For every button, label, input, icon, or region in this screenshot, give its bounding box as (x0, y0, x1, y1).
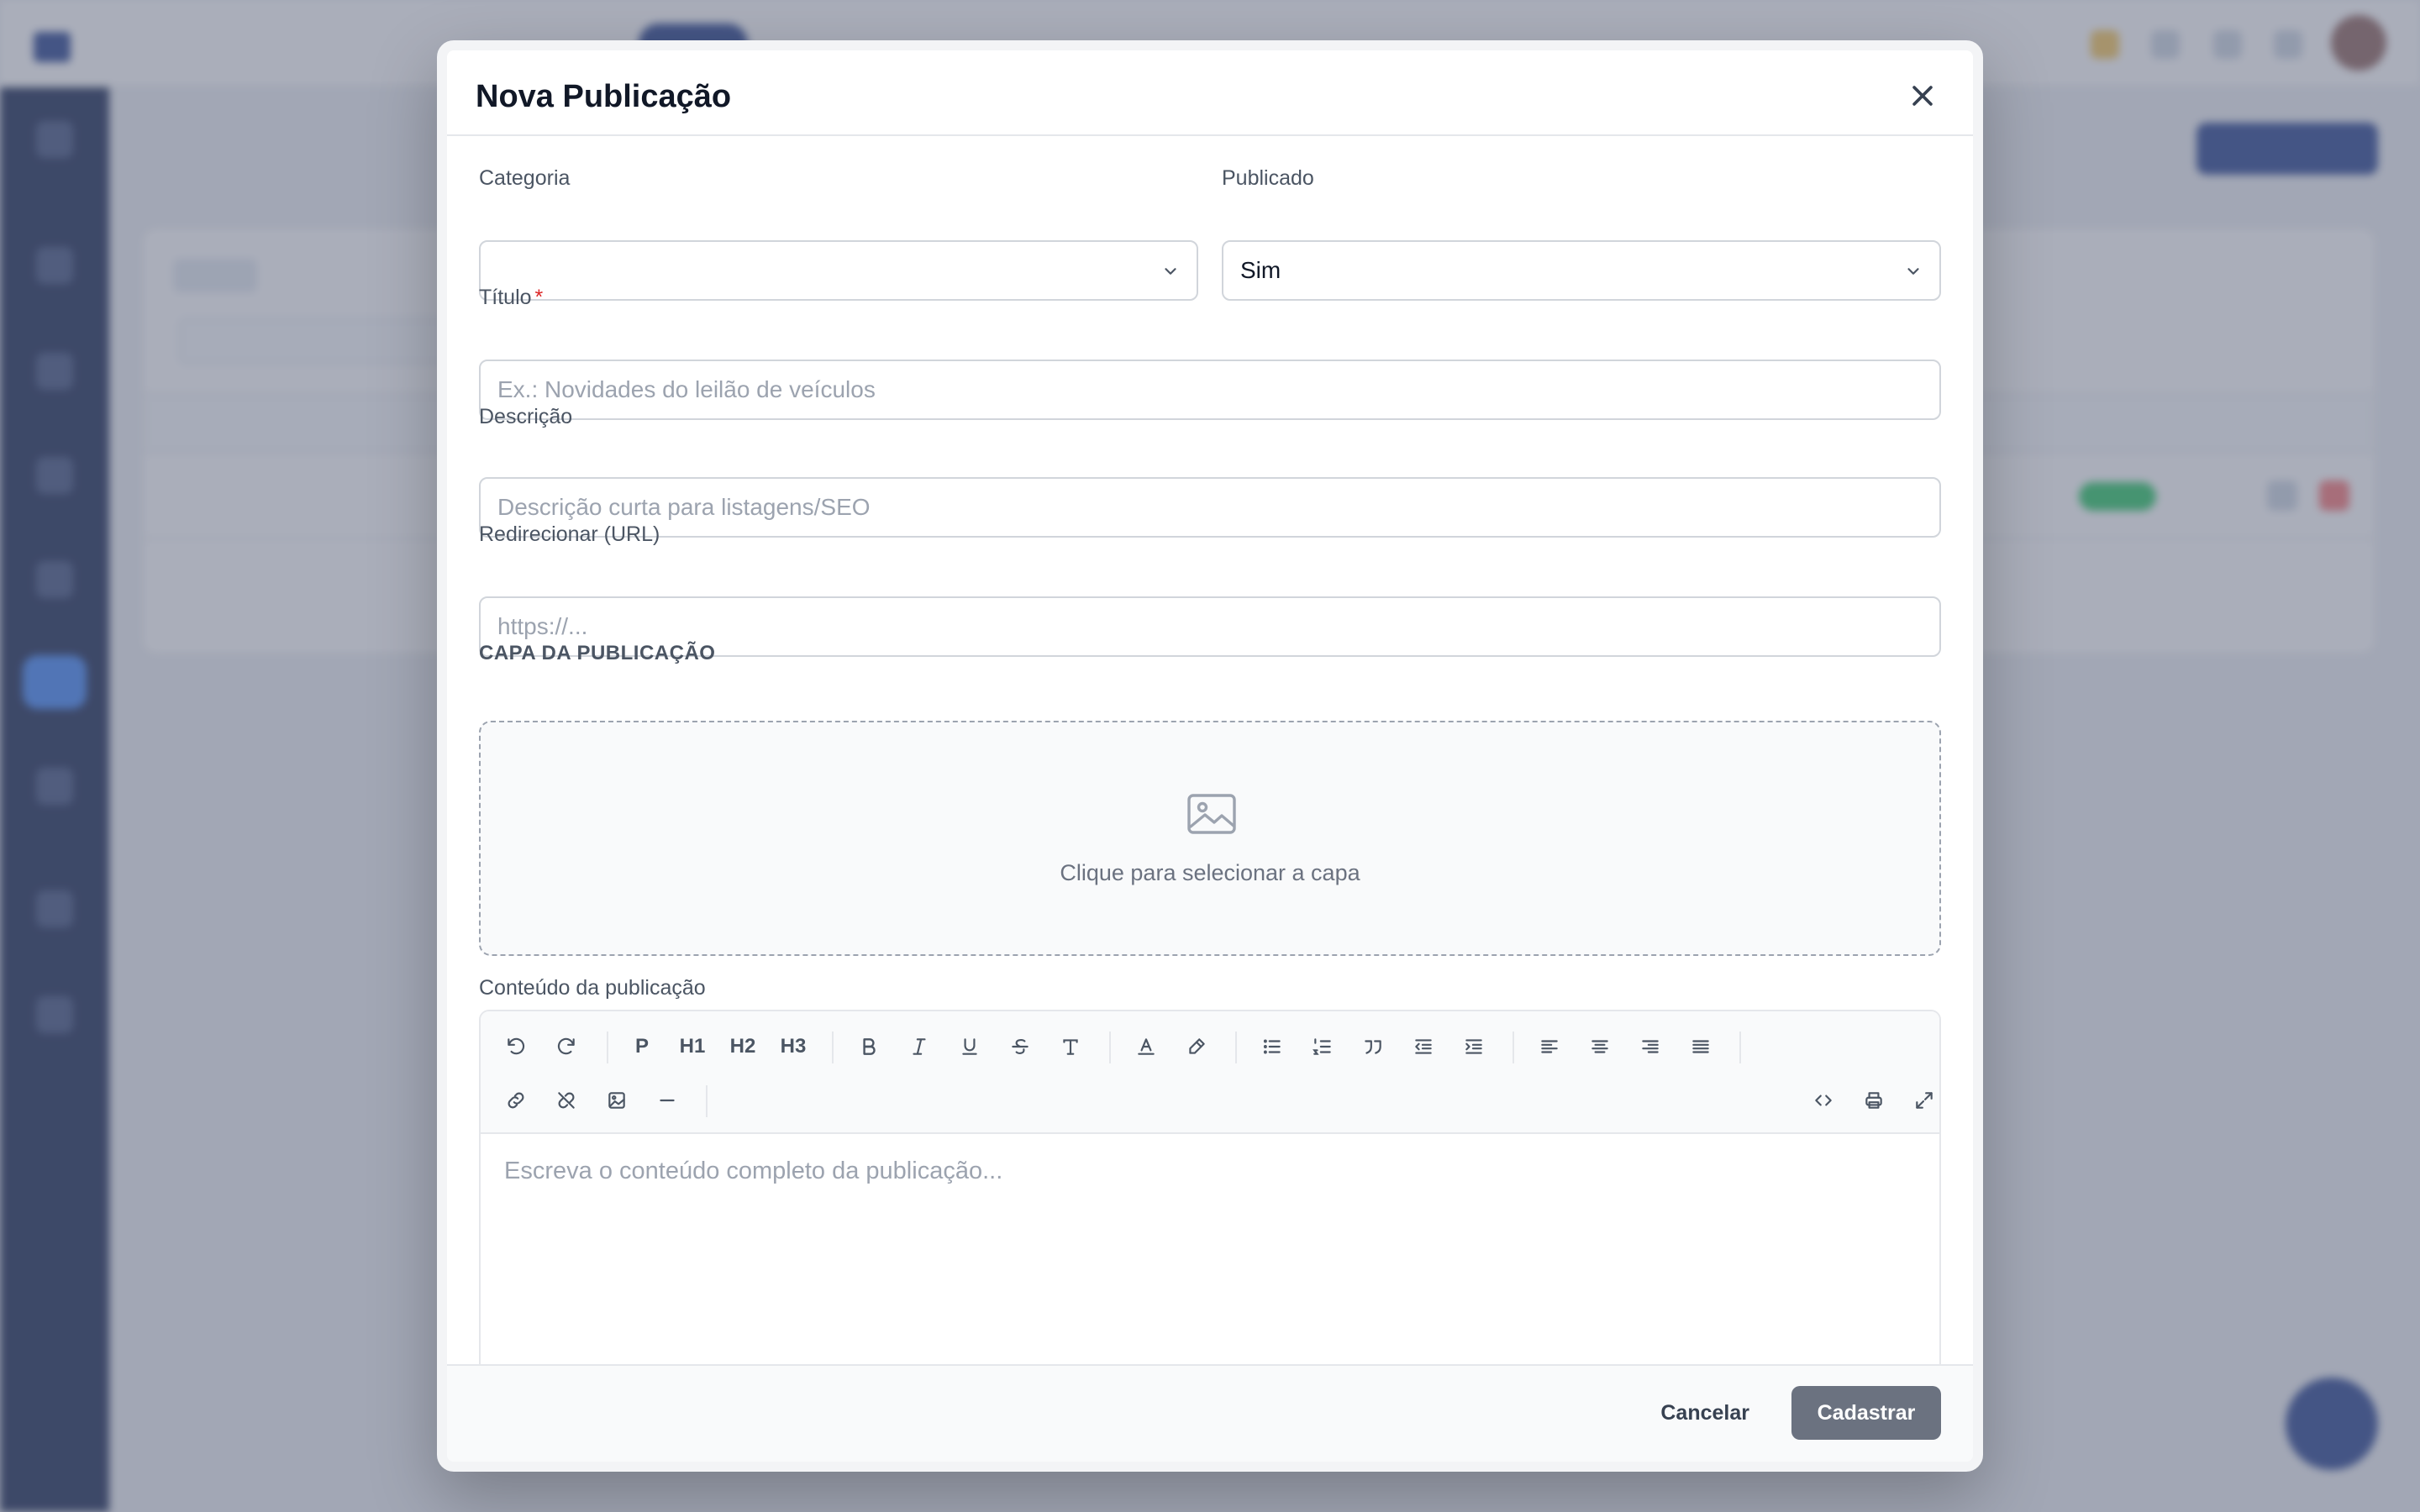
categoria-label: Categoria (479, 166, 571, 190)
text-color-button[interactable] (1126, 1026, 1166, 1067)
undo-icon (508, 1037, 525, 1055)
close-button[interactable] (1906, 79, 1939, 113)
underline-button[interactable] (950, 1026, 990, 1067)
publicado-label: Publicado (1222, 166, 1314, 190)
redo-icon (557, 1037, 575, 1055)
capa-section-title: CAPA DA PUBLICAÇÃO (479, 642, 716, 664)
toolbar-separator (1512, 1032, 1514, 1063)
align-left-icon (1541, 1040, 1558, 1053)
dropzone-text: Clique para selecionar a capa (1060, 860, 1360, 885)
ordered-list-icon (1313, 1038, 1331, 1055)
indent-icon (1465, 1039, 1482, 1054)
horizontal-rule-icon (660, 1099, 675, 1102)
blockquote-icon (1365, 1040, 1381, 1054)
editor-toolbar: P H1 H2 H3 (481, 1011, 1939, 1134)
titulo-label-text: Título (479, 286, 532, 309)
cover-dropzone[interactable]: Clique para selecionar a capa (479, 721, 1941, 956)
heading1-button[interactable]: H1 (672, 1026, 713, 1067)
clear-format-icon (1063, 1039, 1078, 1055)
print-button[interactable] (1854, 1080, 1894, 1121)
conteudo-label: Conteúdo da publicação (479, 976, 706, 1000)
submit-button[interactable]: Cadastrar (1791, 1386, 1941, 1440)
outdent-icon (1415, 1039, 1432, 1054)
strikethrough-button[interactable] (1000, 1026, 1040, 1067)
horizontal-rule-button[interactable] (647, 1080, 687, 1121)
indent-button[interactable] (1454, 1026, 1494, 1067)
code-view-button[interactable] (1803, 1080, 1844, 1121)
align-right-icon (1642, 1040, 1659, 1053)
toolbar-separator (832, 1032, 834, 1063)
align-center-button[interactable] (1580, 1026, 1620, 1067)
italic-button[interactable] (899, 1026, 939, 1067)
link-icon (508, 1092, 524, 1109)
fullscreen-button[interactable] (1904, 1080, 1939, 1121)
bullet-list-button[interactable] (1252, 1026, 1292, 1067)
clear-format-button[interactable] (1050, 1026, 1091, 1067)
blockquote-button[interactable] (1353, 1026, 1393, 1067)
ordered-list-button[interactable] (1302, 1026, 1343, 1067)
modal-header: Nova Publicação (447, 50, 1973, 136)
unlink-button[interactable] (546, 1080, 587, 1121)
titulo-input[interactable] (479, 360, 1941, 420)
close-icon (1912, 86, 1933, 106)
cancel-button[interactable]: Cancelar (1642, 1386, 1768, 1440)
titulo-label: Título * (479, 286, 543, 310)
highlight-icon (1189, 1038, 1205, 1054)
toolbar-separator (706, 1085, 708, 1117)
image-icon (1187, 794, 1236, 834)
undo-button[interactable] (496, 1026, 536, 1067)
bold-icon (863, 1038, 876, 1055)
new-publication-modal: Nova Publicação Categoria Publicado Sim … (437, 40, 1983, 1472)
align-justify-icon (1692, 1040, 1709, 1053)
chevron-down-icon (1907, 268, 1919, 275)
insert-image-icon (608, 1092, 625, 1109)
chevron-down-icon (1165, 268, 1176, 275)
align-left-button[interactable] (1529, 1026, 1570, 1067)
toolbar-separator (607, 1032, 608, 1063)
modal-title: Nova Publicação (476, 79, 732, 114)
editor-content-area[interactable]: Escreva o conteúdo completo da publicaçã… (481, 1134, 1939, 1376)
publicado-select[interactable]: Sim (1222, 240, 1941, 301)
toolbar-separator (1235, 1032, 1237, 1063)
heading3-button[interactable]: H3 (773, 1026, 813, 1067)
link-button[interactable] (496, 1080, 536, 1121)
paragraph-button[interactable]: P (622, 1026, 662, 1067)
unlink-icon (558, 1092, 575, 1109)
modal-footer: Cancelar Cadastrar (447, 1364, 1973, 1462)
bold-button[interactable] (849, 1026, 889, 1067)
redo-button[interactable] (546, 1026, 587, 1067)
redirecionar-label: Redirecionar (URL) (479, 522, 660, 546)
rich-text-editor: P H1 H2 H3 Escreva o conteúdo completo d… (479, 1010, 1941, 1376)
toolbar-separator (1739, 1032, 1741, 1063)
italic-icon (913, 1038, 926, 1055)
code-view-icon (1815, 1095, 1832, 1106)
descricao-input[interactable] (479, 477, 1941, 538)
heading2-button[interactable]: H2 (723, 1026, 763, 1067)
editor-placeholder: Escreva o conteúdo completo da publicaçã… (504, 1158, 1003, 1184)
fullscreen-icon (1916, 1092, 1933, 1109)
highlight-button[interactable] (1176, 1026, 1217, 1067)
bullet-list-icon (1263, 1039, 1281, 1054)
outdent-button[interactable] (1403, 1026, 1444, 1067)
descricao-label: Descrição (479, 405, 573, 428)
modal-body: Categoria Publicado Sim Título* Descriçã… (447, 136, 1973, 1376)
text-color-icon (1138, 1038, 1155, 1055)
toolbar-separator (1109, 1032, 1111, 1063)
align-center-icon (1591, 1040, 1608, 1053)
underline-icon (962, 1038, 977, 1055)
align-right-button[interactable] (1630, 1026, 1670, 1067)
publicado-value: Sim (1240, 257, 1281, 283)
print-icon (1865, 1092, 1882, 1109)
required-mark: * (534, 286, 544, 309)
align-justify-button[interactable] (1681, 1026, 1721, 1067)
strikethrough-icon (1012, 1039, 1028, 1054)
insert-image-button[interactable] (597, 1080, 637, 1121)
categoria-select[interactable] (479, 240, 1198, 301)
